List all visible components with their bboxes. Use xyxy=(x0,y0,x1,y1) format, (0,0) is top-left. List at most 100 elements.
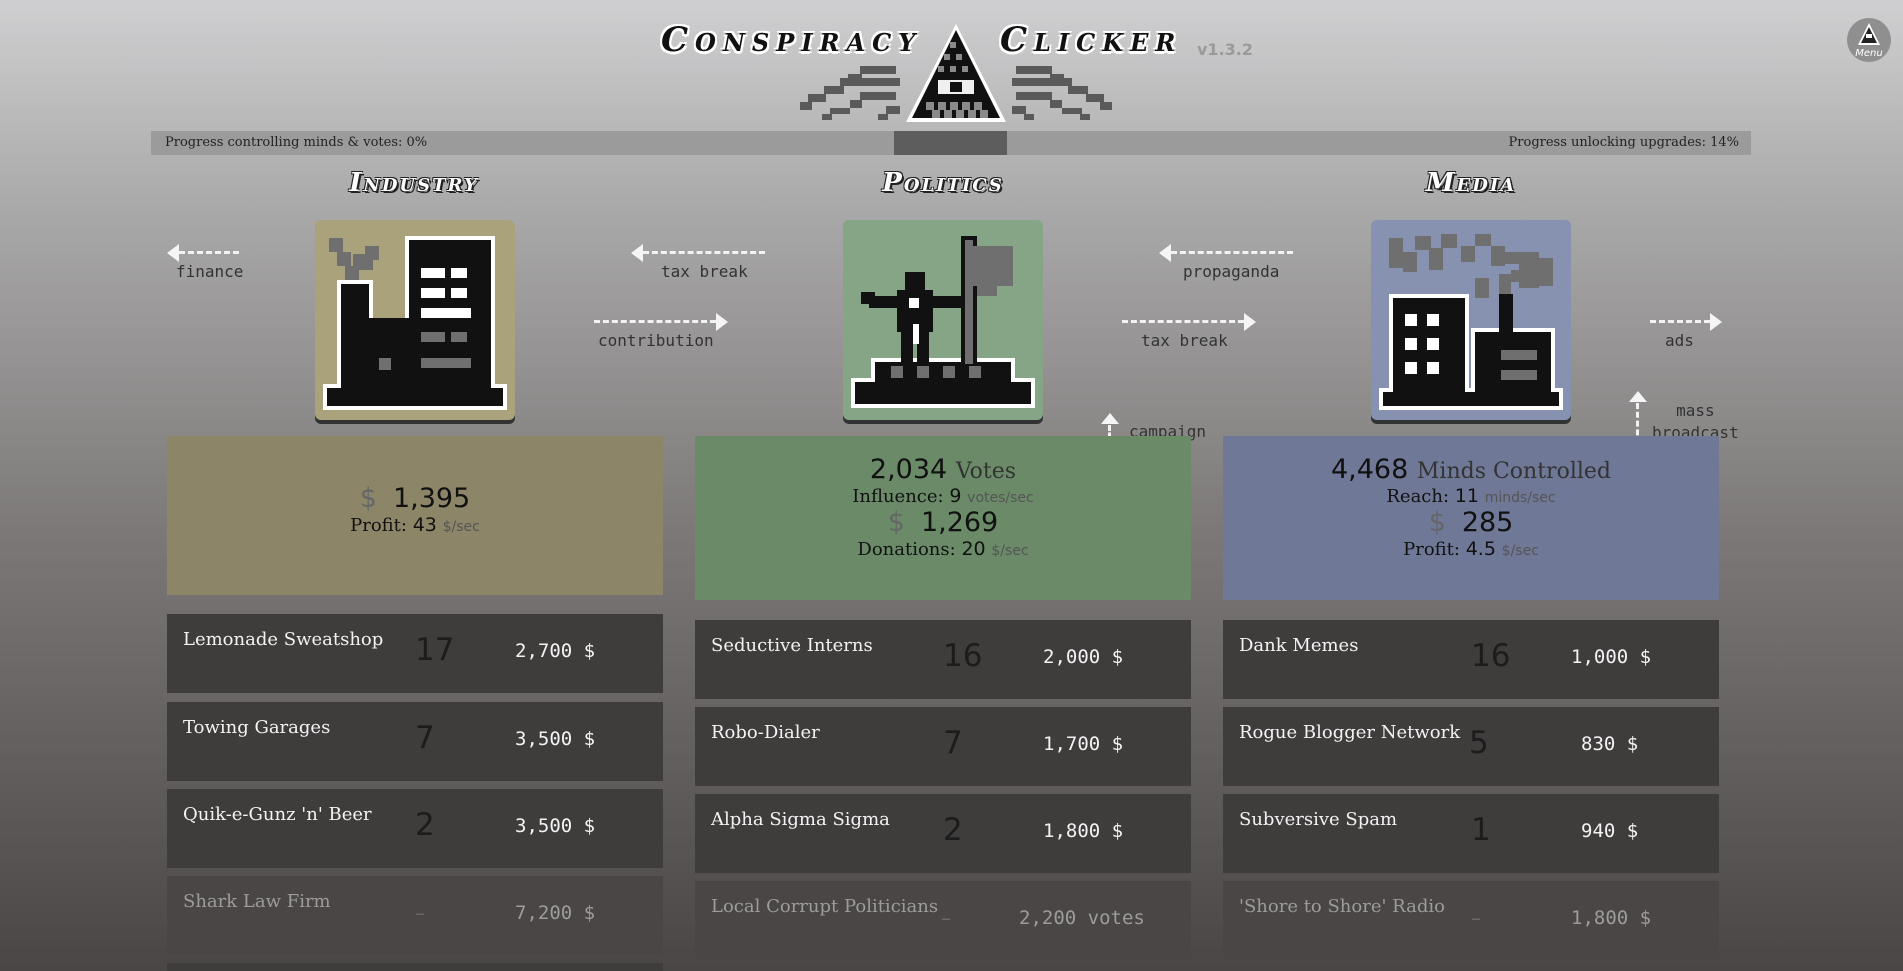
media-money-value: 285 xyxy=(1461,507,1514,538)
media-reach-value: 11 xyxy=(1454,485,1479,507)
media-reach-label: Reach: xyxy=(1386,486,1450,507)
industry-upgrade-row[interactable]: Lemonade Sweatshop 17 2,700 $ xyxy=(167,614,663,693)
media-minds: 4,468 Minds Controlled xyxy=(1223,454,1719,485)
industry-money-value: 1,395 xyxy=(392,483,471,514)
politics-upgrade-row-locked[interactable]: Local Corrupt Politicians – 2,200 votes xyxy=(695,881,1191,960)
upgrade-name: Quik-e-Gunz 'n' Beer xyxy=(183,804,372,825)
media-profit: Profit: 4.5 $/sec xyxy=(1223,538,1719,560)
version-label: v1.3.2 xyxy=(1197,40,1253,59)
politics-click-tile[interactable] xyxy=(843,220,1043,420)
upgrade-count: 16 xyxy=(1471,638,1511,674)
media-profit-label: Profit: xyxy=(1403,539,1460,560)
upgrade-count: – xyxy=(941,906,951,930)
media-minds-label: Minds Controlled xyxy=(1416,459,1611,484)
politics-influence-label: Influence: xyxy=(852,486,944,507)
upgrade-count: 16 xyxy=(943,638,983,674)
upgrade-count: 7 xyxy=(415,720,435,756)
media-minds-value: 4,468 xyxy=(1330,454,1409,485)
media-money: $285 xyxy=(1223,507,1719,538)
politics-influence: Influence: 9 votes/sec xyxy=(695,485,1191,507)
finance-arrow xyxy=(167,244,251,262)
upgrade-count: 5 xyxy=(1469,725,1489,761)
politics-influence-value: 9 xyxy=(949,485,962,507)
media-upgrade-row-locked[interactable]: 'Shore to Shore' Radio – 1,800 $ xyxy=(1223,881,1719,960)
politics-money-value: 1,269 xyxy=(920,507,999,538)
illuminati-pyramid-icon xyxy=(800,24,1112,122)
factory-building-icon xyxy=(323,236,507,410)
upgrade-price: 1,800 $ xyxy=(1043,820,1124,842)
upgrade-name: Shark Law Firm xyxy=(183,891,331,912)
media-profit-unit: $/sec xyxy=(1501,543,1539,559)
upgrade-count: 2 xyxy=(415,807,435,843)
minds-progress-value: 0% xyxy=(406,135,428,150)
industry-money: $1,395 xyxy=(167,483,663,514)
upgrade-price: 3,500 $ xyxy=(515,728,596,750)
tax-break-label-right: tax break xyxy=(1141,331,1228,350)
politics-influence-unit: votes/sec xyxy=(967,490,1034,506)
upgrade-name: Seductive Interns xyxy=(711,635,873,656)
politics-votes-label: Votes xyxy=(955,459,1017,484)
politics-donations-label: Donations: xyxy=(857,539,956,560)
industry-upgrade-row[interactable]: Towing Garages 7 3,500 $ xyxy=(167,702,663,781)
politics-votes: 2,034 Votes xyxy=(695,454,1191,485)
minds-progress-label: Progress controlling minds & votes: xyxy=(165,135,403,150)
progress-center-block xyxy=(894,131,1007,155)
industry-upgrade-row-locked[interactable]: Shark Law Firm – 7,200 $ xyxy=(167,876,663,955)
industry-profit-value: 43 xyxy=(412,514,437,536)
industry-upgrade-row-partial[interactable] xyxy=(167,963,663,971)
tax-break-label-left: tax break xyxy=(661,262,748,281)
upgrade-price: 7,200 $ xyxy=(515,902,596,924)
finance-label: finance xyxy=(176,262,244,281)
dollar-icon: $ xyxy=(1428,507,1446,538)
upgrade-price: 940 $ xyxy=(1581,820,1639,842)
contribution-label: contribution xyxy=(598,331,714,350)
menu-label: Menu xyxy=(1855,48,1883,59)
media-click-tile[interactable] xyxy=(1371,220,1571,420)
politics-upgrade-row[interactable]: Robo-Dialer 7 1,700 $ xyxy=(695,707,1191,786)
media-upgrade-row[interactable]: Rogue Blogger Network 5 830 $ xyxy=(1223,707,1719,786)
upgrade-name: Towing Garages xyxy=(183,717,331,738)
politics-heading: Politics xyxy=(882,168,1004,198)
media-upgrade-row[interactable]: Subversive Spam 1 940 $ xyxy=(1223,794,1719,873)
media-heading: Media xyxy=(1425,168,1517,198)
media-upgrade-row[interactable]: Dank Memes 16 1,000 $ xyxy=(1223,620,1719,699)
upgrade-name: 'Shore to Shore' Radio xyxy=(1239,896,1445,917)
upgrade-count: – xyxy=(1471,906,1481,930)
upgrade-name: Dank Memes xyxy=(1239,635,1359,656)
politician-with-flag-icon xyxy=(851,236,1035,408)
upgrade-price: 1,700 $ xyxy=(1043,733,1124,755)
upgrade-price: 830 $ xyxy=(1581,733,1639,755)
industry-profit-label: Profit: xyxy=(350,515,407,536)
upgrade-name: Subversive Spam xyxy=(1239,809,1398,830)
upgrade-price: 2,000 $ xyxy=(1043,646,1124,668)
industry-stats-panel: $1,395 Profit: 43 $/sec xyxy=(167,436,663,595)
media-profit-value: 4.5 xyxy=(1465,538,1496,560)
industry-heading: Industry xyxy=(349,168,479,198)
upgrade-name: Local Corrupt Politicians xyxy=(711,896,939,917)
dollar-icon: $ xyxy=(359,483,377,514)
industry-profit: Profit: 43 $/sec xyxy=(167,514,663,536)
industry-profit-unit: $/sec xyxy=(442,519,480,535)
media-stats-panel: 4,468 Minds Controlled Reach: 11 minds/s… xyxy=(1223,436,1719,600)
politics-upgrade-row[interactable]: Seductive Interns 16 2,000 $ xyxy=(695,620,1191,699)
politics-donations-unit: $/sec xyxy=(991,543,1029,559)
upgrade-count: 7 xyxy=(943,725,963,761)
ads-label: ads xyxy=(1665,331,1694,350)
dollar-icon: $ xyxy=(887,507,905,538)
upgrades-progress-label: Progress unlocking upgrades: xyxy=(1508,135,1706,150)
menu-button[interactable]: Menu xyxy=(1847,18,1891,62)
politics-money: $1,269 xyxy=(695,507,1191,538)
upgrade-count: 2 xyxy=(943,812,963,848)
industry-click-tile[interactable] xyxy=(315,220,515,420)
upgrade-name: Alpha Sigma Sigma xyxy=(711,809,890,830)
upgrade-price: 1,800 $ xyxy=(1571,907,1652,929)
upgrades-progress-text: Progress unlocking upgrades: 14% xyxy=(1509,135,1739,150)
upgrades-progress-value: 14% xyxy=(1710,135,1739,150)
media-reach-unit: minds/sec xyxy=(1484,490,1556,506)
industry-upgrade-row[interactable]: Quik-e-Gunz 'n' Beer 2 3,500 $ xyxy=(167,789,663,868)
upgrade-price: 2,700 $ xyxy=(515,640,596,662)
upgrade-count: 17 xyxy=(415,632,455,668)
politics-upgrade-row[interactable]: Alpha Sigma Sigma 2 1,800 $ xyxy=(695,794,1191,873)
contribution-arrow xyxy=(582,313,728,331)
politics-donations: Donations: 20 $/sec xyxy=(695,538,1191,560)
